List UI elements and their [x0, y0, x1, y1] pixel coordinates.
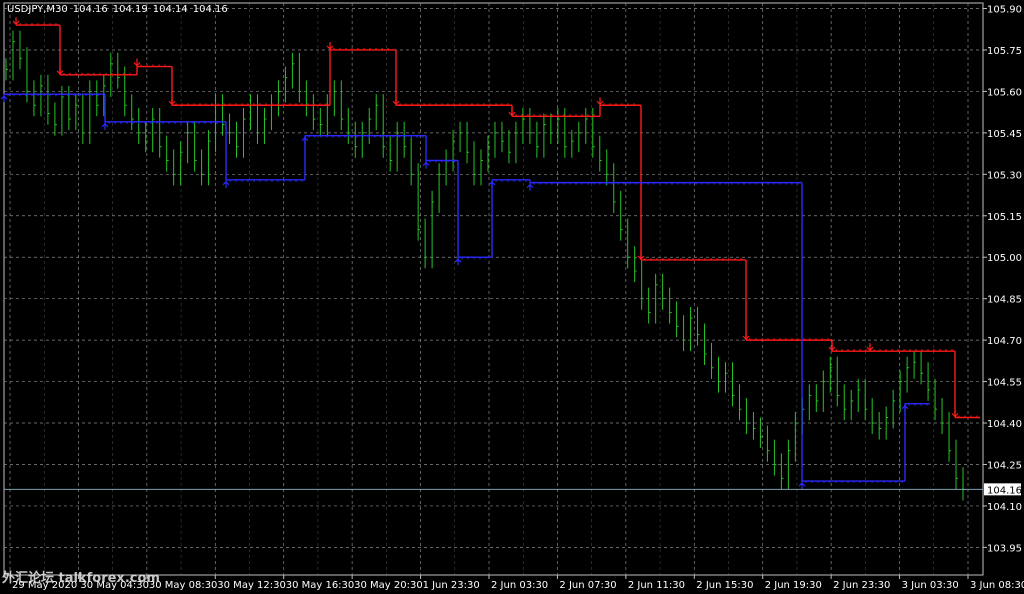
x-tick-label: 2 Jun 07:30	[559, 580, 616, 591]
symbol-label: USDJPY,M30	[7, 4, 68, 15]
y-tick-label: 105.00	[987, 253, 1022, 264]
y-tick-label: 104.85	[987, 295, 1022, 306]
x-tick-label: 1 Jun 23:30	[423, 580, 480, 591]
x-tick-label: 2 Jun 19:30	[765, 580, 822, 591]
x-tick-label: 2 Jun 11:30	[628, 580, 685, 591]
x-tick-label: 30 May 20:30	[354, 580, 423, 591]
x-tick-label: 2 Jun 23:30	[833, 580, 890, 591]
high-price: 104.19	[112, 4, 148, 15]
y-tick-label: 104.70	[987, 336, 1022, 347]
x-tick-label: 2 Jun 03:30	[491, 580, 548, 591]
x-tick-label: 3 Jun 08:30	[970, 580, 1024, 591]
y-tick-label: 105.75	[987, 46, 1022, 57]
x-tick-label: 3 Jun 03:30	[902, 580, 959, 591]
open-price: 104.16	[72, 4, 108, 15]
watermark-logo: 外汇论坛 talkforex.com	[2, 571, 160, 586]
x-tick-label: 30 May 12:30	[217, 580, 286, 591]
y-tick-label: 105.30	[987, 170, 1022, 181]
price-tag-label: 104.16	[987, 485, 1022, 496]
chart-header: USDJPY,M30 104.16 104.19 104.14 104.16	[7, 4, 233, 15]
x-tick-label: 30 May 16:30	[286, 580, 355, 591]
close-price: 104.16	[192, 4, 228, 15]
chart-window[interactable]: 105.90 105.75 105.60 105.45 105.30 105.15 105.…	[0, 0, 1024, 594]
price-chart[interactable]: 105.90 105.75 105.60 105.45 105.30 105.15 105.…	[0, 0, 1024, 594]
y-tick-label: 103.95	[987, 543, 1022, 554]
y-tick-label: 105.90	[987, 5, 1022, 16]
x-tick-label: 2 Jun 15:30	[696, 580, 753, 591]
y-tick-label: 104.55	[987, 378, 1022, 389]
y-tick-label: 105.60	[987, 87, 1022, 98]
y-tick-label: 104.25	[987, 460, 1022, 471]
y-tick-label: 105.45	[987, 129, 1022, 140]
y-tick-label: 104.40	[987, 419, 1022, 430]
y-tick-label: 105.15	[987, 212, 1022, 223]
chart-background	[0, 0, 1024, 594]
low-price: 104.14	[152, 4, 188, 15]
y-tick-label: 104.10	[987, 502, 1022, 513]
